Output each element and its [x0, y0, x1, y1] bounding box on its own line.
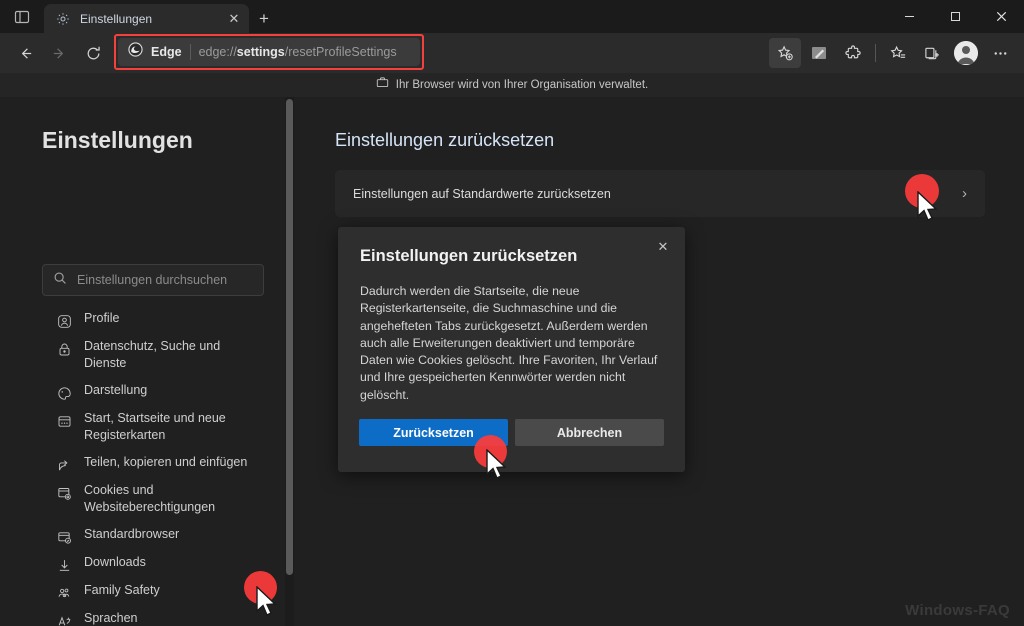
url-bold-segment: settings	[236, 45, 285, 59]
avatar	[954, 41, 978, 65]
watermark: Windows-FAQ	[905, 602, 1010, 619]
sidebar-item-default-browser[interactable]: Standardbrowser	[0, 521, 280, 549]
url-prefix: edge://	[198, 45, 237, 59]
cookie-settings-icon	[55, 484, 73, 502]
search-input[interactable]: Einstellungen durchsuchen	[42, 264, 264, 296]
reset-confirm-button[interactable]: Zurücksetzen	[359, 419, 508, 446]
sidebar-item-label: Start, Startseite und neue Registerkarte…	[84, 411, 226, 442]
extensions-icon[interactable]	[837, 38, 869, 68]
collections-icon[interactable]	[916, 38, 948, 68]
toolbar-actions	[769, 38, 1016, 68]
profile-avatar[interactable]	[950, 38, 982, 68]
collections-notes-icon[interactable]	[803, 38, 835, 68]
edge-logo-icon	[128, 42, 143, 62]
sidebar-item-startpage[interactable]: Start, Startseite und neue Registerkarte…	[0, 405, 280, 449]
dialog-close-icon[interactable]: ✕	[649, 234, 677, 260]
new-tab-button[interactable]: +	[249, 4, 279, 33]
sidebar-item-label: Cookies und Websiteberechtigungen	[84, 483, 216, 514]
browser-window: Einstellungen ✕ + Edge edge://settings/r…	[0, 0, 1024, 626]
search-placeholder: Einstellungen durchsuchen	[77, 273, 228, 287]
search-icon	[53, 271, 67, 290]
address-bar-area: Edge edge://settings/resetProfileSetting…	[114, 34, 763, 70]
dialog-body-text: Dadurch werden die Startseite, die neue …	[360, 284, 658, 402]
family-icon	[55, 584, 73, 602]
window-controls	[886, 0, 1024, 33]
address-bar-edge-label: Edge	[151, 45, 182, 59]
gear-icon	[55, 11, 71, 27]
settings-content: Einstellungen zurücksetzen Einstellungen…	[295, 97, 1024, 626]
title-bar: Einstellungen ✕ +	[0, 0, 1024, 33]
sidebar-item-profile[interactable]: Profile	[0, 305, 280, 333]
tab-search-icon[interactable]	[0, 0, 44, 33]
settings-more-icon[interactable]	[984, 38, 1016, 68]
sidebar-scrollbar-thumb[interactable]	[286, 99, 293, 575]
tab-title: Einstellungen	[80, 11, 153, 26]
maximize-button[interactable]	[932, 0, 978, 33]
page-title: Einstellungen	[42, 127, 193, 153]
briefcase-icon	[376, 76, 389, 94]
address-bar-separator	[189, 44, 191, 60]
language-icon	[55, 612, 73, 626]
dialog-title: Einstellungen zurücksetzen	[360, 247, 578, 265]
reset-cancel-button[interactable]: Abbrechen	[515, 419, 664, 446]
navigation-toolbar: Edge edge://settings/resetProfileSetting…	[0, 33, 1024, 73]
dialog-actions: Zurücksetzen Abbrechen	[359, 419, 664, 446]
sidebar-nav-list: Profile Datenschutz, Suche und Dienste D…	[0, 305, 280, 626]
minimize-button[interactable]	[886, 0, 932, 33]
default-browser-icon	[55, 528, 73, 546]
browser-tab[interactable]: Einstellungen ✕	[44, 4, 249, 33]
back-button[interactable]	[8, 38, 42, 68]
reload-button[interactable]	[76, 38, 110, 68]
settings-sidebar: Einstellungen Einstellungen durchsuchen	[0, 97, 294, 626]
forward-button[interactable]	[42, 38, 76, 68]
favorites-icon[interactable]	[882, 38, 914, 68]
url-suffix: /resetProfileSettings	[284, 45, 397, 59]
profile-icon	[55, 312, 73, 330]
address-bar-url: edge://settings/resetProfileSettings	[199, 45, 397, 59]
sidebar-item-share[interactable]: Teilen, kopieren und einfügen	[0, 449, 280, 477]
tab-close-icon[interactable]: ✕	[225, 10, 243, 28]
palette-icon	[55, 384, 73, 402]
organization-banner-text: Ihr Browser wird von Ihrer Organisation …	[395, 79, 649, 91]
browser-window-icon	[55, 412, 73, 430]
sidebar-item-cookies[interactable]: Cookies und Websiteberechtigungen	[0, 477, 280, 521]
organization-banner: Ihr Browser wird von Ihrer Organisation …	[0, 73, 1024, 97]
sidebar-item-label: Standardbrowser	[84, 527, 180, 541]
sidebar-item-languages[interactable]: Sprachen	[0, 605, 280, 626]
chevron-right-icon: ›	[962, 185, 967, 202]
toolbar-divider	[875, 44, 876, 62]
sidebar-item-family-safety[interactable]: Family Safety	[0, 577, 280, 605]
close-button[interactable]	[978, 0, 1024, 33]
sidebar-item-appearance[interactable]: Darstellung	[0, 377, 280, 405]
sidebar-item-downloads[interactable]: Downloads	[0, 549, 280, 577]
settings-page: Einstellungen Einstellungen durchsuchen	[0, 97, 1024, 626]
add-favorite-icon[interactable]	[769, 38, 801, 68]
reset-to-defaults-label: Einstellungen auf Standardwerte zurückse…	[353, 186, 611, 201]
download-icon	[55, 556, 73, 574]
sidebar-item-label: Teilen, kopieren und einfügen	[84, 455, 248, 469]
content-heading: Einstellungen zurücksetzen	[335, 130, 555, 150]
sidebar-item-privacy[interactable]: Datenschutz, Suche und Dienste	[0, 333, 280, 377]
sidebar-item-label: Datenschutz, Suche und Dienste	[84, 339, 221, 370]
share-icon	[55, 456, 73, 474]
address-bar[interactable]: Edge edge://settings/resetProfileSetting…	[118, 38, 420, 66]
reset-settings-dialog: ✕ Einstellungen zurücksetzen Dadurch wer…	[338, 227, 685, 472]
reset-to-defaults-row[interactable]: Einstellungen auf Standardwerte zurückse…	[335, 170, 985, 217]
lock-icon	[55, 340, 73, 358]
